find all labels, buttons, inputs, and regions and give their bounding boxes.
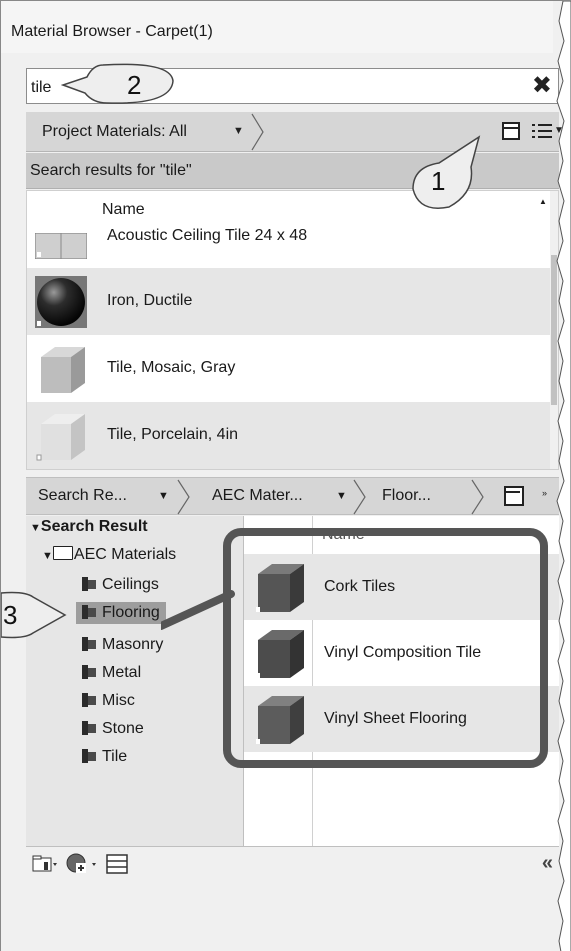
breadcrumb-separator-icon [251, 113, 264, 151]
category-icon [82, 665, 96, 679]
cube-swatch-icon [36, 414, 85, 461]
breadcrumb-separator-icon [471, 479, 484, 515]
tree-item-misc[interactable]: Misc [82, 692, 135, 710]
tree-item-ceilings[interactable]: Ceilings [82, 576, 159, 594]
chevron-down-icon[interactable]: ▼ [233, 125, 244, 137]
callout-1: 1 [409, 129, 489, 213]
category-icon [82, 693, 96, 707]
breadcrumb-separator-icon [353, 479, 366, 515]
category-icon [82, 637, 96, 651]
category-icon [82, 721, 96, 735]
globe-add-icon[interactable] [66, 853, 100, 875]
library-breadcrumb-bar: Search Re... ▼ AEC Mater... ▼ Floor... » [26, 477, 559, 515]
expand-triangle-icon[interactable]: ▼ [42, 550, 53, 562]
expand-triangle-icon[interactable]: ▼ [30, 522, 41, 534]
chevron-down-icon[interactable]: ▼ [336, 490, 347, 502]
cube-swatch-icon [37, 347, 85, 393]
tree-item-tile[interactable]: Tile [82, 748, 127, 766]
list-item[interactable]: Iron, Ductile [27, 268, 551, 335]
highlight-frame [223, 528, 548, 768]
callout-number: 1 [431, 166, 446, 196]
torn-edge [556, 1, 571, 951]
tree-item-label: Stone [102, 720, 144, 737]
tree-root-search-result[interactable]: ▼Search Result [30, 518, 148, 536]
tree-item-label: Ceilings [102, 576, 159, 593]
breadcrumb-separator-icon [177, 479, 190, 515]
list-item[interactable]: Tile, Mosaic, Gray [27, 335, 551, 402]
sphere-swatch-icon [35, 276, 87, 328]
tree-item-metal[interactable]: Metal [82, 664, 141, 682]
title-bar: Material Browser - Carpet(1) [1, 1, 553, 53]
project-materials-filter[interactable]: Project Materials: All [34, 112, 225, 152]
tree-item-flooring[interactable]: Flooring [76, 602, 166, 624]
callout-number: 2 [127, 70, 142, 100]
search-results-label: Search results for "tile" [30, 162, 192, 179]
breadcrumb-aec-materials[interactable]: AEC Mater... [212, 487, 303, 505]
breadcrumb-search-results[interactable]: Search Re... [38, 487, 127, 505]
result-name: Tile, Porcelain, 4in [107, 426, 239, 443]
material-browser-window: Material Browser - Carpet(1) tile ✖ Proj… [0, 0, 571, 951]
library-icon[interactable] [32, 855, 58, 873]
callout-number: 3 [3, 600, 18, 630]
tree-item-label: Metal [102, 664, 142, 681]
category-icon [82, 749, 96, 763]
tree-item-label: Tile [102, 748, 128, 765]
result-name: Acoustic Ceiling Tile 24 x 48 [107, 227, 308, 244]
category-icon [82, 605, 96, 619]
list-item[interactable]: Tile, Porcelain, 4in [27, 402, 551, 469]
filter-label: Project Materials: All [42, 123, 187, 140]
tree-folder-aec-materials[interactable]: ▼ AEC Materials [42, 546, 176, 564]
chevron-down-icon[interactable]: ▼ [158, 490, 169, 502]
window-title: Material Browser - Carpet(1) [11, 23, 213, 40]
result-name: Iron, Ductile [107, 292, 193, 309]
library-tree: ▼Search Result ▼ AEC Materials Ceilings F… [26, 516, 243, 846]
more-options-icon[interactable]: » [542, 488, 547, 498]
tree-item-label: Flooring [102, 604, 160, 621]
category-icon [82, 577, 96, 591]
tree-item-masonry[interactable]: Masonry [82, 636, 163, 654]
tree-item-label: Misc [102, 692, 135, 709]
panel-icon[interactable] [106, 854, 128, 874]
ceiling-tile-swatch-icon [35, 233, 87, 259]
callout-2: 2 [61, 59, 181, 109]
tree-item-stone[interactable]: Stone [82, 720, 144, 738]
tree-root-label: Search Result [40, 518, 148, 535]
folder-icon [52, 546, 73, 560]
search-value: tile [31, 79, 52, 96]
tree-item-label: Masonry [102, 636, 164, 653]
breadcrumb-flooring[interactable]: Floor... [382, 487, 431, 505]
tree-folder-label: AEC Materials [73, 546, 177, 563]
callout-connector [161, 590, 235, 630]
bottom-toolbar: « [26, 846, 559, 880]
view-toggle-icon[interactable] [502, 122, 520, 140]
callout-3: 3 [1, 587, 71, 643]
result-name: Tile, Mosaic, Gray [107, 359, 236, 376]
view-toggle-icon[interactable] [504, 486, 524, 506]
search-results-list: Name ▲ Acoustic Ceiling Tile 24 x 48 Iro… [26, 190, 559, 470]
